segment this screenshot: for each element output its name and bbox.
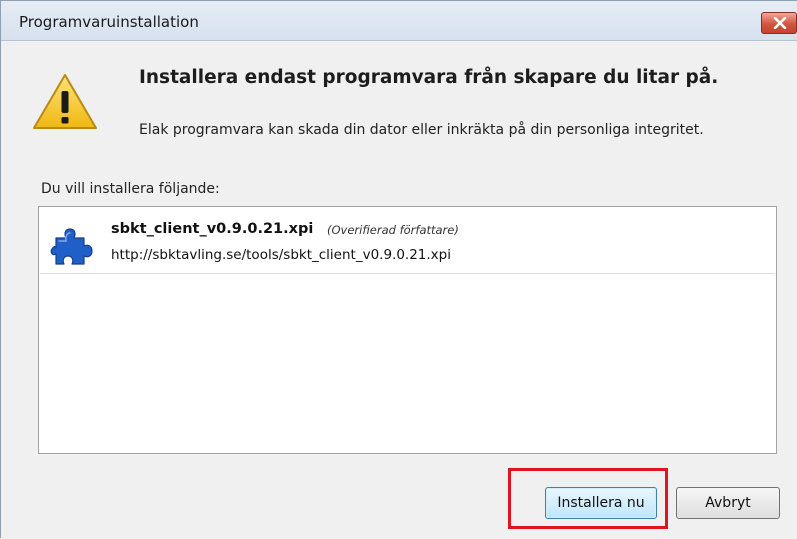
close-icon: [773, 17, 787, 29]
addon-name: sbkt_client_v0.9.0.21.xpi: [111, 221, 314, 237]
warning-description: Elak programvara kan skada din dator ell…: [139, 122, 704, 138]
title-bar[interactable]: Programvaruinstallation: [1, 1, 797, 41]
install-list[interactable]: sbkt_client_v0.9.0.21.xpi (Overifierad f…: [38, 206, 777, 454]
install-dialog: Programvaruinstallation Installera endas…: [0, 0, 797, 539]
install-now-button[interactable]: Installera nu: [545, 487, 657, 519]
addon-author-status: (Overifierad författare): [327, 223, 459, 237]
close-button[interactable]: [761, 12, 797, 34]
warning-heading: Installera endast programvara från skapa…: [139, 67, 719, 88]
addon-url: http://sbktavling.se/tools/sbkt_client_v…: [111, 247, 451, 263]
cancel-button[interactable]: Avbryt: [676, 487, 780, 519]
puzzle-piece-icon: [50, 228, 93, 265]
list-item[interactable]: sbkt_client_v0.9.0.21.xpi (Overifierad f…: [40, 208, 775, 274]
window-title: Programvaruinstallation: [19, 13, 199, 31]
install-list-label: Du vill installera följande:: [41, 181, 220, 197]
warning-icon: [33, 74, 97, 129]
